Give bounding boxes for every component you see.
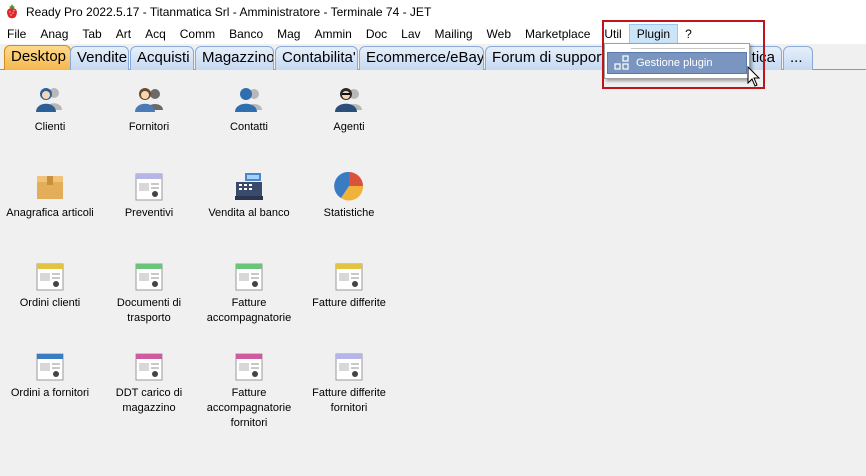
document-icon (335, 353, 363, 381)
menu-file[interactable]: File (0, 24, 33, 44)
window-title: Ready Pro 2022.5.17 - Titanmatica Srl - … (26, 5, 432, 19)
document-icon (135, 263, 163, 291)
menu-mag[interactable]: Mag (270, 24, 307, 44)
tile-fatture-differite-fornitori[interactable]: Fatture differite fornitori (299, 350, 399, 416)
document-icon (235, 263, 263, 291)
highlight-box (602, 20, 765, 89)
document-icon (135, 353, 163, 381)
menu-marketplace[interactable]: Marketplace (518, 24, 597, 44)
tile-fornitori[interactable]: Fornitori (99, 84, 199, 135)
tile-ordini-fornitori[interactable]: Ordini a fornitori (0, 350, 100, 401)
tile-label: Ordini a fornitori (10, 387, 90, 399)
tab-ecommerce[interactable]: Ecommerce/eBay (359, 46, 484, 70)
tile-contatti[interactable]: Contatti (199, 84, 299, 135)
tile-fatture-accompagnatorie-fornitori[interactable]: Fatture accompagnatorie fornitori (199, 350, 299, 431)
tab-forum[interactable]: Forum di support (485, 46, 609, 70)
tile-clienti[interactable]: Clienti (0, 84, 100, 135)
tile-vendita-banco[interactable]: Vendita al banco (199, 170, 299, 221)
document-icon (335, 263, 363, 291)
menu-comm[interactable]: Comm (173, 24, 222, 44)
tile-label: DDT carico di magazzino (115, 387, 183, 414)
tile-label: Documenti di trasporto (116, 297, 182, 324)
tile-anagrafica-articoli[interactable]: Anagrafica articoli (0, 170, 100, 221)
tile-label: Ordini clienti (19, 297, 81, 309)
tile-label: Statistiche (323, 207, 375, 219)
tile-label: Fatture accompagnatorie (206, 297, 292, 324)
tab-acquisti[interactable]: Acquisti (130, 46, 194, 70)
menu-mailing[interactable]: Mailing (428, 24, 480, 44)
tile-label: Agenti (333, 121, 365, 133)
desktop-area: Clienti Fornitori Contatti Agenti Anagra… (0, 70, 866, 476)
tab-contabilita[interactable]: Contabilita' (275, 46, 358, 70)
tab-more[interactable]: ... (783, 46, 813, 70)
strawberry-icon (7, 4, 17, 19)
tab-vendite[interactable]: Vendite (70, 46, 129, 70)
tile-label: Clienti (34, 121, 66, 133)
menu-ammin[interactable]: Ammin (307, 24, 358, 44)
tile-label: Fornitori (128, 121, 170, 133)
cash-register-icon (235, 173, 263, 200)
tile-documenti-trasporto[interactable]: Documenti di trasporto (99, 260, 199, 326)
pie-chart-icon (334, 171, 364, 201)
document-icon (36, 263, 64, 291)
menu-tab[interactable]: Tab (75, 24, 108, 44)
menu-lav[interactable]: Lav (394, 24, 427, 44)
tile-preventivi[interactable]: Preventivi (99, 170, 199, 221)
menu-web[interactable]: Web (480, 24, 518, 44)
menu-anag[interactable]: Anag (33, 24, 75, 44)
document-icon (235, 353, 263, 381)
document-icon (135, 173, 163, 201)
menu-acq[interactable]: Acq (138, 24, 173, 44)
tile-fatture-accompagnatorie[interactable]: Fatture accompagnatorie (199, 260, 299, 326)
tile-label: Preventivi (124, 207, 174, 219)
box-icon (37, 176, 63, 199)
tile-fatture-differite[interactable]: Fatture differite (299, 260, 399, 311)
tile-label: Contatti (230, 121, 268, 133)
tab-magazzino[interactable]: Magazzino (195, 46, 274, 70)
agent-icon (335, 88, 362, 112)
customer-icon (36, 88, 62, 112)
tile-label: Anagrafica articoli (6, 207, 94, 219)
menu-doc[interactable]: Doc (359, 24, 394, 44)
menu-art[interactable]: Art (109, 24, 138, 44)
contacts-icon (235, 88, 262, 112)
supplier-icon (135, 88, 163, 112)
tile-label: Vendita al banco (208, 207, 290, 219)
mouse-cursor-icon (747, 66, 761, 87)
tile-label: Fatture differite fornitori (312, 387, 386, 414)
tab-desktop[interactable]: Desktop (4, 45, 71, 71)
menu-banco[interactable]: Banco (222, 24, 270, 44)
tile-label: Fatture differite (312, 297, 386, 309)
tile-ddt-carico[interactable]: DDT carico di magazzino (99, 350, 199, 416)
document-icon (36, 353, 64, 381)
tile-agenti[interactable]: Agenti (299, 84, 399, 135)
tile-ordini-clienti[interactable]: Ordini clienti (0, 260, 100, 311)
tile-statistiche[interactable]: Statistiche (299, 170, 399, 221)
tile-label: Fatture accompagnatorie fornitori (206, 387, 292, 429)
